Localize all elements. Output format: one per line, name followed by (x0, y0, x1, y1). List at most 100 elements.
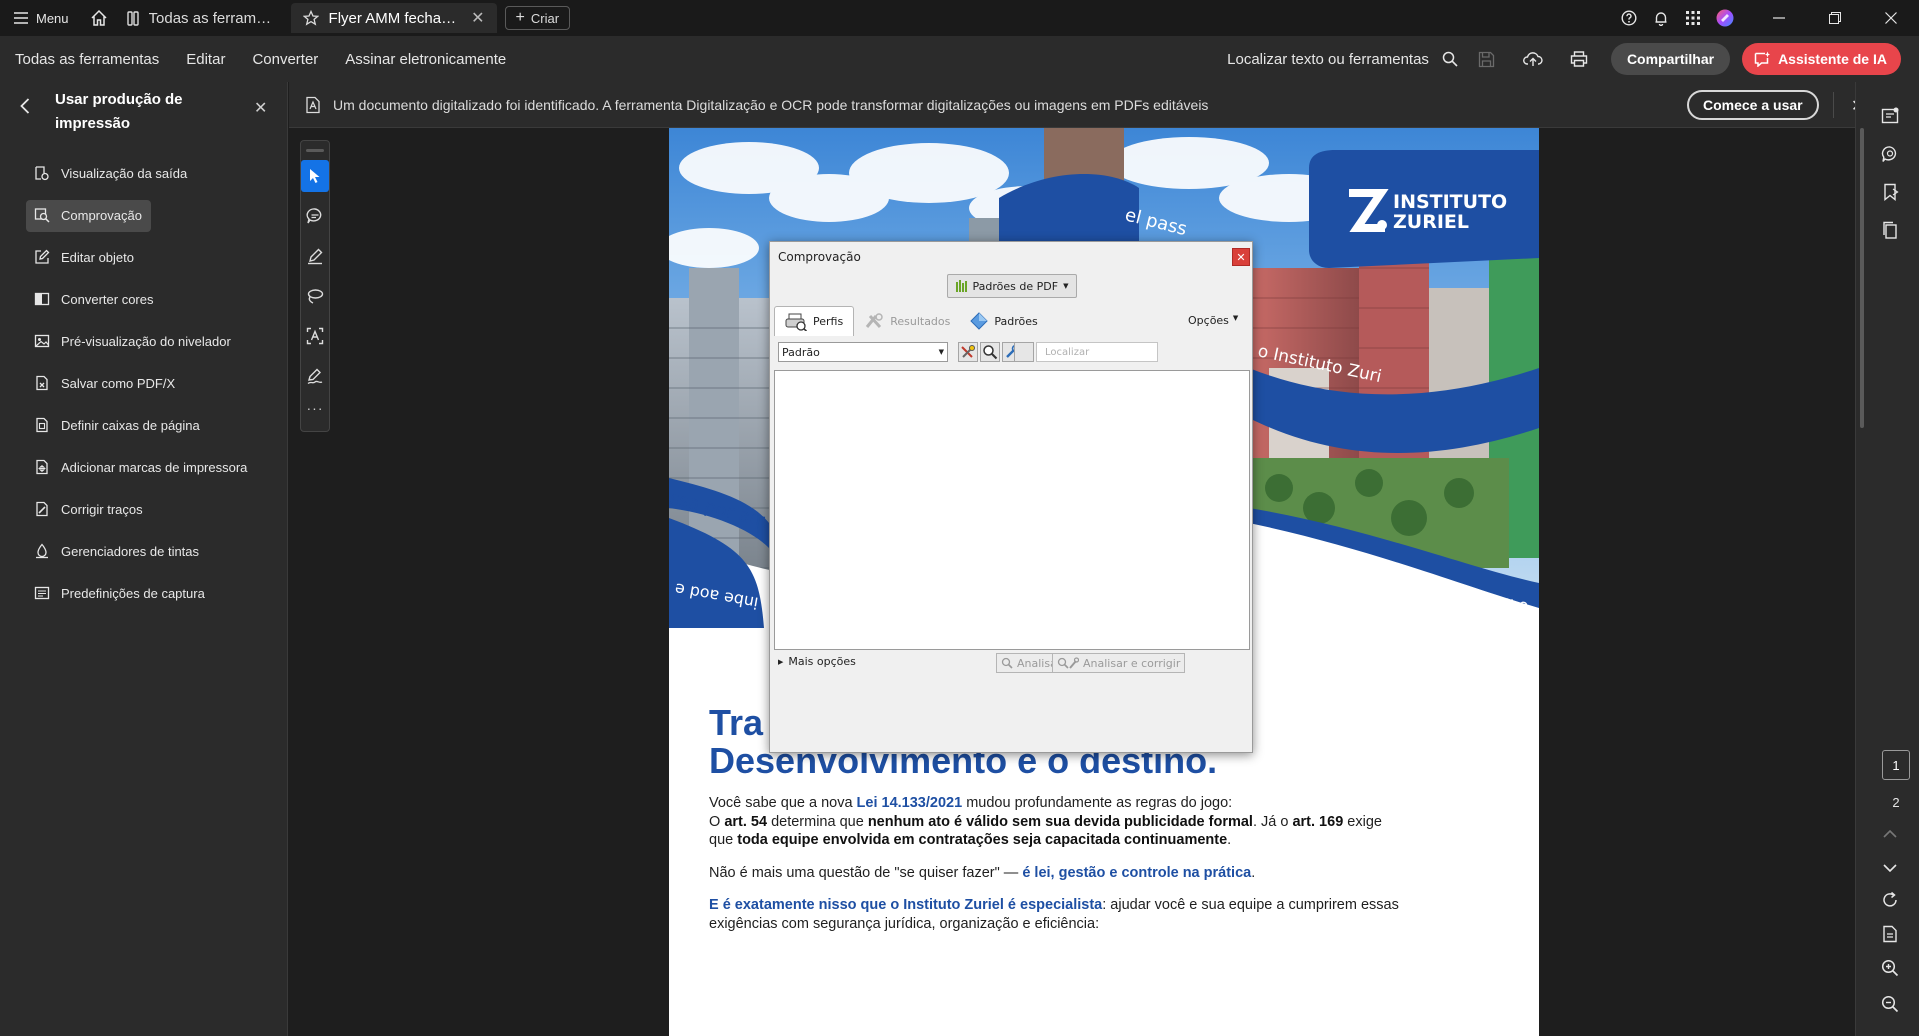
tool-save-pdfx[interactable]: Salvar como PDF/X (0, 362, 288, 404)
pdf-standards-button[interactable]: Padrões de PDF ▼ (947, 274, 1077, 298)
text-box-icon (306, 327, 324, 345)
rotate-button[interactable] (1880, 890, 1900, 910)
share-button[interactable]: Compartilhar (1610, 43, 1731, 75)
tab-profiles-label: Perfis (813, 315, 844, 328)
inspect-button[interactable] (980, 342, 1000, 362)
tab-all-tools[interactable]: Todas as ferramen... (115, 3, 291, 33)
page-scan-button[interactable] (1880, 924, 1900, 944)
close-icon (1885, 12, 1897, 24)
apps-button[interactable] (1677, 0, 1709, 36)
print-button[interactable] (1559, 41, 1599, 77)
search-button[interactable] (1439, 41, 1461, 77)
pdf-standards-filter-button[interactable] (1014, 342, 1034, 362)
home-button[interactable] (83, 0, 115, 36)
next-page-button[interactable] (1880, 858, 1900, 878)
fix-profile-button[interactable] (958, 342, 978, 362)
menu-button[interactable]: Menu (0, 0, 83, 36)
tool-output-preview[interactable]: Visualização da saída (0, 152, 288, 194)
tool-preflight[interactable]: Comprovação (0, 194, 288, 236)
ai-chat-button[interactable] (1880, 144, 1900, 164)
comment-tool-button[interactable] (301, 200, 329, 232)
tool-label: Pré-visualização do nivelador (61, 333, 231, 349)
tab-close-icon[interactable]: ✕ (471, 8, 484, 28)
vertical-scrollbar[interactable] (1860, 128, 1864, 428)
tab-document[interactable]: Flyer AMM fechado ... ✕ (290, 3, 497, 33)
highlight-tool-button[interactable] (301, 240, 329, 272)
ocr-banner: Um documento digitalizado foi identifica… (289, 82, 1864, 128)
tools-icon (126, 10, 139, 26)
menu-edit[interactable]: Editar (171, 51, 237, 68)
text-tool-button[interactable] (301, 320, 329, 352)
total-pages: 2 (1892, 794, 1900, 810)
ai-assistant-icon (1754, 51, 1771, 67)
tool-trap-presets[interactable]: Predefinições de captura (0, 572, 288, 614)
previous-page-button[interactable] (1880, 824, 1900, 844)
chevron-up-icon (1883, 830, 1897, 838)
convert-colors-icon (33, 290, 51, 308)
tool-printer-marks[interactable]: Adicionar marcas de impressora (0, 446, 288, 488)
select-tool-button[interactable] (301, 160, 329, 192)
menu-esign[interactable]: Assinar eletronicamente (330, 51, 518, 68)
toolbar-right: Localizar texto ou ferramentas Compartil… (1227, 36, 1901, 82)
menu-all-tools[interactable]: Todas as ferramentas (0, 51, 171, 68)
tab-document-label: Flyer AMM fechado ... (328, 9, 462, 27)
profile-button[interactable] (1709, 0, 1741, 36)
help-button[interactable] (1613, 0, 1645, 36)
chevron-down-icon: ▼ (938, 348, 944, 356)
save-button[interactable] (1467, 41, 1507, 77)
upload-button[interactable] (1513, 41, 1553, 77)
apps-grid-icon (1686, 11, 1700, 25)
profile-list[interactable] (774, 370, 1250, 650)
panel-close-icon[interactable]: ✕ (254, 98, 267, 118)
text: O (709, 813, 725, 830)
pages-button[interactable] (1880, 220, 1900, 240)
tab-standards-label: Padrões (994, 314, 1038, 328)
comment-icon (306, 208, 322, 224)
close-window-button[interactable] (1863, 0, 1919, 36)
tool-page-boxes[interactable]: Definir caixas de página (0, 404, 288, 446)
tool-convert-colors[interactable]: Converter cores (0, 278, 288, 320)
tool-fix-hairlines[interactable]: Corrigir traços (0, 488, 288, 530)
tool-edit-object[interactable]: Editar objeto (0, 236, 288, 278)
edit-object-icon (33, 248, 51, 266)
more-tools-icon[interactable]: ··· (301, 400, 329, 416)
options-menu[interactable]: Opções ▼ (1188, 314, 1238, 327)
notifications-button[interactable] (1645, 0, 1677, 36)
zoom-in-button[interactable] (1880, 958, 1900, 978)
profile-select-value: Padrão (782, 345, 820, 359)
ai-assistant-button[interactable]: Assistente de IA (1742, 43, 1901, 75)
restore-button[interactable] (1807, 0, 1863, 36)
cursor-icon (310, 169, 320, 183)
back-button[interactable] (20, 98, 30, 114)
zoom-out-button[interactable] (1880, 994, 1900, 1014)
tool-label: Corrigir traços (61, 501, 143, 517)
analyze-fix-button[interactable]: Analisar e corrigir (1052, 653, 1186, 673)
sign-tool-button[interactable] (301, 360, 329, 392)
current-page-input[interactable]: 1 (1882, 750, 1910, 780)
profile-select[interactable]: Padrão ▼ (778, 342, 948, 362)
drag-handle[interactable] (306, 149, 324, 152)
preflight-icon (33, 206, 51, 224)
tool-ink-manager[interactable]: Gerenciadores de tintas (0, 530, 288, 572)
draw-tool-button[interactable] (301, 280, 329, 312)
find-profile-input[interactable]: Localizar (1036, 342, 1158, 362)
tab-standards[interactable]: Padrões (960, 306, 1047, 336)
find-tools-label[interactable]: Localizar texto ou ferramentas (1227, 51, 1429, 68)
comments-panel-button[interactable] (1880, 106, 1900, 126)
window-controls (1613, 0, 1919, 36)
tab-results[interactable]: Resultados (854, 306, 960, 336)
create-button[interactable]: + Criar (504, 6, 571, 30)
cloud-upload-icon (1522, 52, 1543, 66)
text-bold: art. 54 (724, 813, 768, 830)
analyze-fix-label: Analisar e corrigir (1083, 656, 1181, 670)
bookmarks-button[interactable] (1880, 182, 1900, 202)
menu-convert[interactable]: Converter (237, 51, 330, 68)
save-icon (1479, 51, 1495, 67)
minimize-button[interactable] (1751, 0, 1807, 36)
dialog-close-icon[interactable]: ✕ (1232, 248, 1250, 266)
hamburger-icon (14, 12, 28, 24)
get-started-button[interactable]: Comece a usar (1687, 90, 1819, 120)
tab-profiles[interactable]: Perfis (774, 306, 855, 336)
tool-flattener-preview[interactable]: Pré-visualização do nivelador (0, 320, 288, 362)
more-options-toggle[interactable]: ▶ Mais opções (778, 655, 856, 668)
